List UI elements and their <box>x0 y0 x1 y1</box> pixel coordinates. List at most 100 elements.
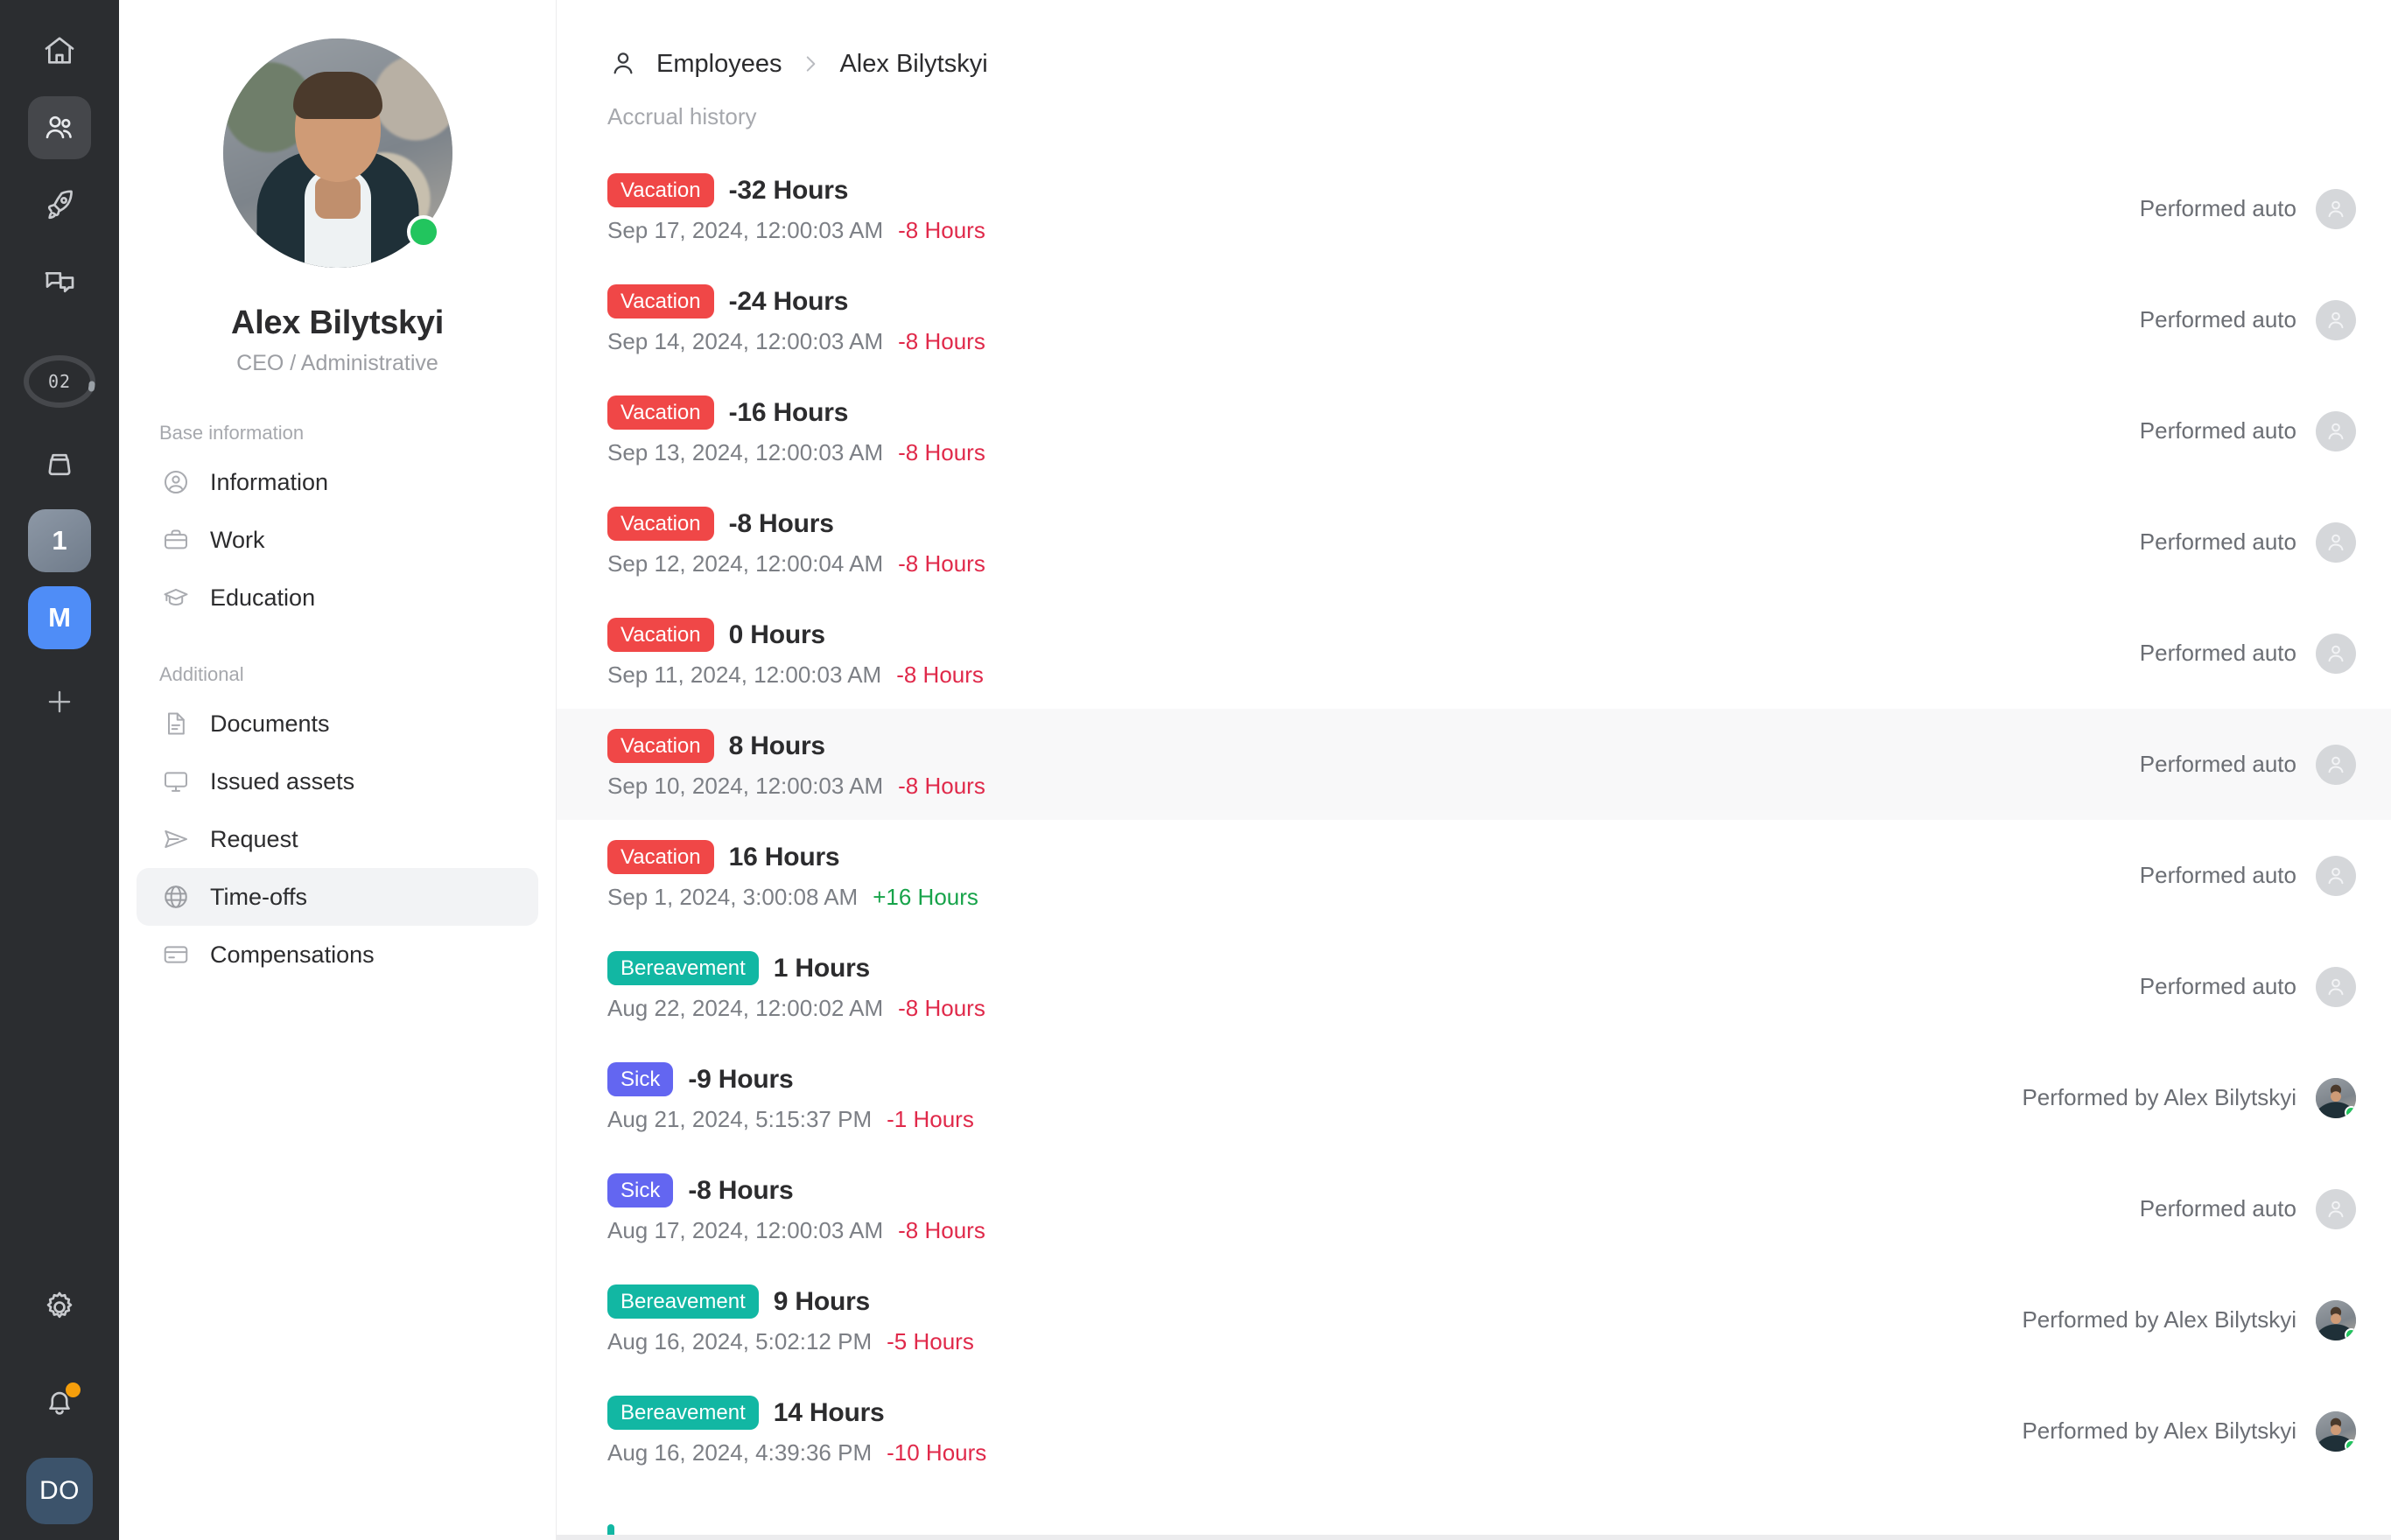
table-row[interactable]: Vacation 16 Hours Sep 1, 2024, 3:00:08 AM +… <box>557 820 2391 931</box>
table-row[interactable]: Vacation -8 Hours Sep 12, 2024, 12:00:04 A… <box>557 486 2391 598</box>
photo-neck <box>314 177 361 219</box>
row-secondary-line: Sep 14, 2024, 12:00:03 AM -8 Hours <box>607 328 985 355</box>
row-secondary-line: Sep 13, 2024, 12:00:03 AM -8 Hours <box>607 439 985 466</box>
sidebar-item-label: Work <box>210 526 265 553</box>
table-row[interactable]: Bereavement 1 Hours Aug 22, 2024, 12:00:02… <box>557 931 2391 1042</box>
balance-hours: -9 Hours <box>688 1064 794 1094</box>
row-delta: -10 Hours <box>887 1439 987 1466</box>
row-performer: Performed auto <box>2139 633 2356 674</box>
performer-avatar-placeholder <box>2316 188 2356 229</box>
row-primary-line: Vacation -24 Hours <box>607 284 985 318</box>
row-secondary-line: Aug 16, 2024, 4:39:36 PM -10 Hours <box>607 1439 986 1466</box>
row-performer: Performed by Alex Bilytskyi <box>2022 1299 2356 1340</box>
sidebar-item-compensations[interactable]: Compensations <box>137 926 538 984</box>
sidebar-item-time-offs[interactable]: Time-offs <box>137 868 538 926</box>
sidebar-item-label: Issued assets <box>210 767 355 794</box>
globe-icon <box>161 882 191 912</box>
sidebar-item-education[interactable]: Education <box>137 569 538 626</box>
sidebar-item-information[interactable]: Information <box>137 453 538 511</box>
box-icon <box>42 446 77 481</box>
performer-label: Performed by Alex Bilytskyi <box>2022 1084 2296 1110</box>
row-details: Vacation 8 Hours Sep 10, 2024, 12:00:03 AM… <box>607 729 985 800</box>
row-details: Sick -9 Hours Aug 21, 2024, 5:15:37 PM -1 H… <box>607 1062 974 1133</box>
table-row[interactable]: Vacation -24 Hours Sep 14, 2024, 12:00:03 … <box>557 264 2391 375</box>
row-performer: Performed auto <box>2140 410 2356 452</box>
sidebar-item-label: Documents <box>210 710 330 737</box>
sidebar-item-issued-assets[interactable]: Issued assets <box>137 752 538 810</box>
performer-avatar <box>2316 1410 2356 1452</box>
current-user-avatar[interactable]: DO <box>26 1458 93 1524</box>
table-row[interactable]: Sick -8 Hours Aug 17, 2024, 12:00:03 AM -8 … <box>557 1153 2391 1264</box>
balance-hours: -8 Hours <box>728 508 834 538</box>
briefcase-icon <box>161 525 191 555</box>
status-badge: Sick <box>607 1062 674 1096</box>
row-timestamp: Aug 16, 2024, 5:02:12 PM <box>607 1328 873 1354</box>
sidebar-section-title-additional: Additional <box>159 663 244 685</box>
row-details: Vacation -8 Hours Sep 12, 2024, 12:00:04 A… <box>607 507 985 578</box>
row-details: Vacation 0 Hours Sep 11, 2024, 12:00:03 AM… <box>607 618 984 689</box>
table-row[interactable]: Vacation -32 Hours Sep 17, 2024, 12:00:03 … <box>557 153 2391 264</box>
table-row[interactable]: Bereavement 9 Hours Aug 16, 2024, 5:02:12 … <box>557 1264 2391 1376</box>
table-row[interactable]: Vacation -16 Hours Sep 13, 2024, 12:00:03 … <box>557 375 2391 486</box>
avatar-online-dot <box>2345 1438 2356 1452</box>
performer-avatar-placeholder <box>2316 633 2356 674</box>
avatar-online-dot <box>2345 1327 2356 1340</box>
breadcrumb-employees-link[interactable]: Employees <box>656 50 782 79</box>
row-primary-line: Vacation -8 Hours <box>607 507 985 541</box>
sidebar-item-request[interactable]: Request <box>137 810 538 868</box>
row-primary-line: Sick -8 Hours <box>607 1173 985 1208</box>
row-delta: -8 Hours <box>898 773 985 799</box>
table-row[interactable]: Bereavement 14 Hours Aug 16, 2024, 4:39:36… <box>557 1376 2391 1487</box>
status-badge: Vacation <box>607 396 714 430</box>
table-row[interactable]: Vacation 0 Hours Sep 11, 2024, 12:00:03 AM… <box>557 598 2391 709</box>
rail-item-home[interactable] <box>28 19 91 82</box>
performer-avatar-placeholder <box>2316 966 2356 1007</box>
person-icon <box>2328 312 2344 328</box>
card-icon <box>161 940 191 970</box>
row-timestamp: Sep 11, 2024, 12:00:03 AM <box>607 662 882 688</box>
rail-add-workspace-button[interactable] <box>28 672 91 735</box>
performer-label: Performed auto <box>2139 640 2296 666</box>
row-performer: Performed by Alex Bilytskyi <box>2022 1077 2356 1118</box>
table-row[interactable]: Sick -9 Hours Aug 21, 2024, 5:15:37 PM -1 H… <box>557 1042 2391 1153</box>
global-nav-rail: 02 1 M DO <box>0 0 119 1540</box>
sidebar-item-label: Request <box>210 825 298 852</box>
status-badge: Vacation <box>607 507 714 541</box>
rail-item-storage[interactable] <box>28 432 91 495</box>
row-primary-line: Vacation 0 Hours <box>607 618 984 652</box>
rail-item-settings[interactable] <box>28 1276 91 1339</box>
row-details: Bereavement 9 Hours Aug 16, 2024, 5:02:12 … <box>607 1284 974 1355</box>
row-delta: -5 Hours <box>887 1328 974 1354</box>
person-icon <box>2328 867 2344 884</box>
main-content: Employees Alex Bilytskyi Accrual history… <box>557 0 2391 1540</box>
sidebar-item-work[interactable]: Work <box>137 511 538 569</box>
sidebar-section-title-base: Base information <box>159 422 305 444</box>
row-secondary-line: Sep 11, 2024, 12:00:03 AM -8 Hours <box>607 662 984 689</box>
performer-avatar-placeholder <box>2316 855 2356 896</box>
rail-item-employees[interactable] <box>28 96 91 159</box>
accrual-history-list: Vacation -32 Hours Sep 17, 2024, 12:00:03 … <box>557 153 2391 1487</box>
row-secondary-line: Sep 10, 2024, 12:00:03 AM -8 Hours <box>607 773 985 800</box>
rail-workspace-m[interactable]: M <box>28 586 91 649</box>
performer-label: Performed auto <box>2139 195 2296 221</box>
balance-hours: -16 Hours <box>728 397 849 427</box>
rail-item-projects[interactable] <box>28 173 91 236</box>
rail-workspace-1[interactable]: 1 <box>28 509 91 572</box>
sidebar-item-label: Education <box>210 584 316 611</box>
row-primary-line: Sick -9 Hours <box>607 1062 974 1096</box>
table-row[interactable]: Vacation 8 Hours Sep 10, 2024, 12:00:03 AM… <box>557 709 2391 820</box>
status-badge: Vacation <box>607 618 714 652</box>
row-delta: -1 Hours <box>887 1106 974 1132</box>
row-primary-line: Vacation 8 Hours <box>607 729 985 763</box>
sidebar-item-documents[interactable]: Documents <box>137 695 538 752</box>
row-primary-line: Vacation -32 Hours <box>607 173 985 207</box>
people-icon <box>42 110 77 145</box>
rail-item-chat[interactable] <box>28 250 91 313</box>
performer-avatar <box>2316 1299 2356 1340</box>
row-details: Sick -8 Hours Aug 17, 2024, 12:00:03 AM -8 … <box>607 1173 985 1244</box>
rail-item-notifications[interactable] <box>28 1372 91 1435</box>
row-timestamp: Aug 17, 2024, 12:00:03 AM <box>607 1217 884 1243</box>
rail-progress-ring[interactable]: 02 <box>21 350 98 413</box>
status-badge: Vacation <box>607 729 714 763</box>
employee-sidebar: Alex Bilytskyi CEO / Administrative Base… <box>119 0 557 1540</box>
